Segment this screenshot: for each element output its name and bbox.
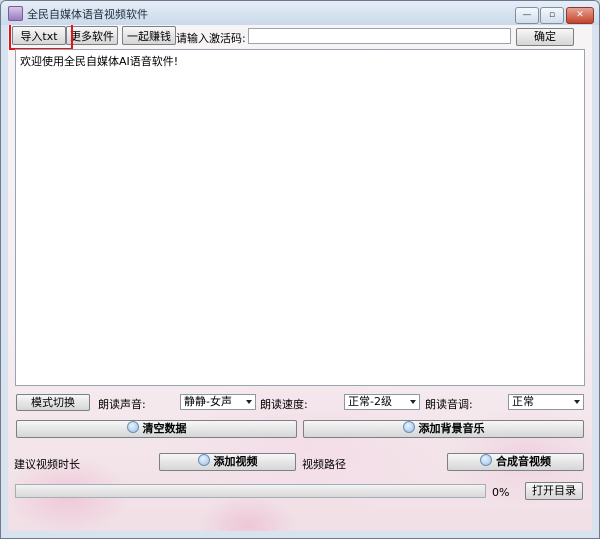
- speed-label: 朗读速度:: [260, 398, 308, 411]
- more-software-button[interactable]: 更多软件: [66, 26, 118, 45]
- play-circle-icon: [480, 454, 492, 466]
- chevron-down-icon: [574, 400, 580, 404]
- minimize-button[interactable]: —: [515, 7, 539, 24]
- text-editor[interactable]: 欢迎使用全民自媒体AI语音软件!: [15, 49, 585, 386]
- suggest-duration-label: 建议视频时长: [14, 458, 80, 471]
- plus-circle-icon: [402, 421, 415, 433]
- close-button[interactable]: ✕: [566, 7, 594, 24]
- speed-select[interactable]: 正常-2级: [344, 394, 420, 410]
- voice-select[interactable]: 静静-女声: [180, 394, 256, 410]
- compose-button[interactable]: 合成音视频: [447, 453, 584, 471]
- clear-data-button[interactable]: 清空数据: [16, 420, 297, 438]
- add-bgm-button[interactable]: 添加背景音乐: [303, 420, 584, 438]
- app-icon: [8, 6, 23, 21]
- app-window: 全民自媒体语音视频软件 — ▫ ✕ 导入txt 更多软件 一起赚钱 请输入激活码…: [0, 0, 600, 539]
- check-circle-icon: [126, 421, 139, 433]
- voice-label: 朗读声音:: [98, 398, 146, 411]
- activation-code-input[interactable]: [248, 28, 511, 44]
- mode-switch-button[interactable]: 模式切换: [16, 394, 90, 411]
- restore-button[interactable]: ▫: [540, 7, 564, 24]
- open-directory-button[interactable]: 打开目录: [525, 482, 583, 500]
- chevron-down-icon: [246, 400, 252, 404]
- chevron-down-icon: [410, 400, 416, 404]
- pitch-select[interactable]: 正常: [508, 394, 584, 410]
- add-video-button[interactable]: 添加视频: [159, 453, 296, 471]
- activation-label: 请输入激活码:: [176, 32, 246, 45]
- confirm-button[interactable]: 确定: [516, 28, 574, 46]
- pitch-label: 朗读音调:: [425, 398, 473, 411]
- client-area: 导入txt 更多软件 一起赚钱 请输入激活码: 确定 欢迎使用全民自媒体AI语音…: [8, 25, 592, 531]
- progress-bar: [15, 484, 486, 498]
- import-txt-button[interactable]: 导入txt: [12, 26, 66, 45]
- speed-selected: 正常-2级: [348, 395, 392, 408]
- video-path-label: 视频路径: [302, 458, 346, 471]
- film-circle-icon: [197, 454, 210, 466]
- window-title: 全民自媒体语音视频软件: [27, 8, 148, 21]
- pitch-selected: 正常: [512, 395, 534, 408]
- earn-together-button[interactable]: 一起赚钱: [122, 26, 176, 45]
- voice-selected: 静静-女声: [184, 395, 232, 408]
- progress-percent: 0%: [492, 486, 510, 499]
- title-bar: 全民自媒体语音视频软件 — ▫ ✕: [1, 1, 599, 25]
